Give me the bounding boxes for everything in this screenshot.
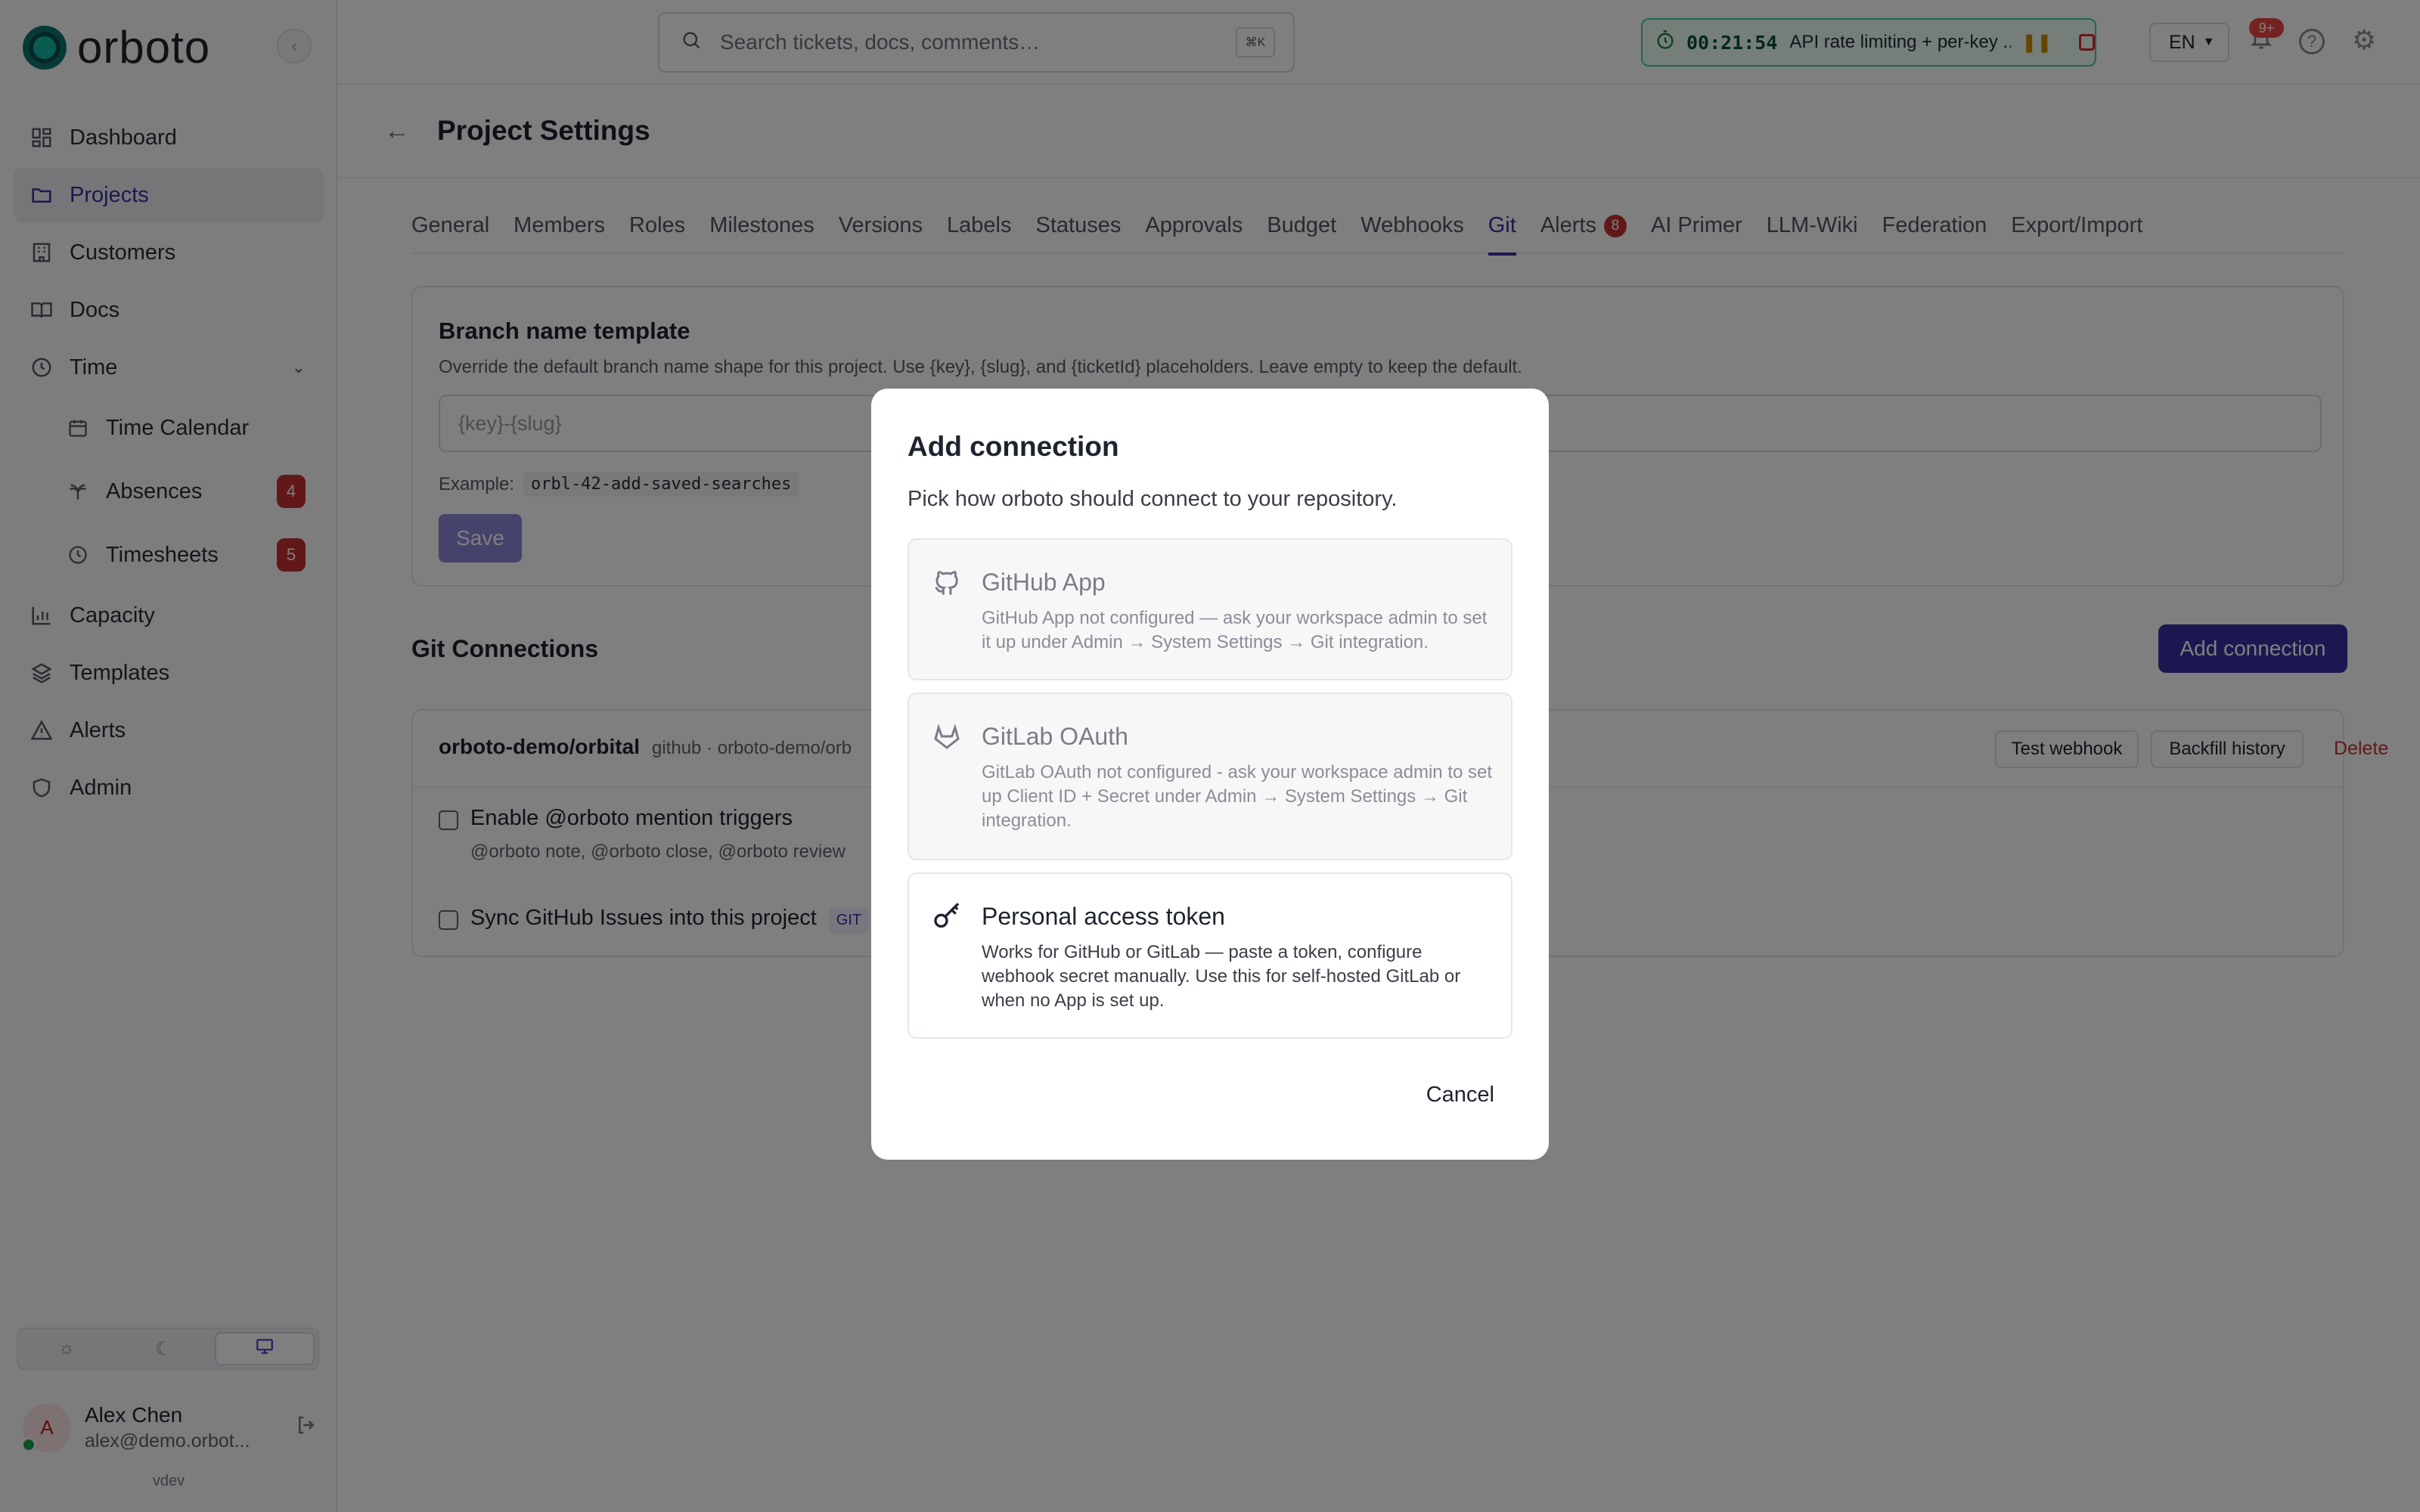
modal-subtitle: Pick how orboto should connect to your r… — [908, 487, 1398, 511]
option-description: GitLab OAuth not configured - ask your w… — [982, 762, 1493, 831]
modal-title: Add connection — [908, 431, 1119, 462]
key-icon — [932, 901, 962, 931]
option-title: Personal access token — [982, 903, 1225, 930]
gitlab-icon — [932, 721, 962, 751]
option-description: Works for GitHub or GitLab — paste a tok… — [982, 942, 1461, 1011]
option-title: GitHub App — [982, 569, 1106, 596]
github-icon — [932, 567, 962, 597]
personal-access-token-option[interactable]: Personal access token Works for GitHub o… — [908, 872, 1512, 1039]
option-title: GitLab OAuth — [982, 723, 1128, 750]
option-description: GitHub App not configured — ask your wor… — [982, 608, 1488, 652]
gitlab-oauth-option[interactable]: GitLab OAuth GitLab OAuth not configured… — [908, 692, 1512, 860]
github-app-option[interactable]: GitHub App GitHub App not configured — a… — [908, 538, 1512, 680]
add-connection-modal: Add connection Pick how orboto should co… — [871, 389, 1549, 1160]
cancel-button[interactable]: Cancel — [1426, 1083, 1494, 1108]
